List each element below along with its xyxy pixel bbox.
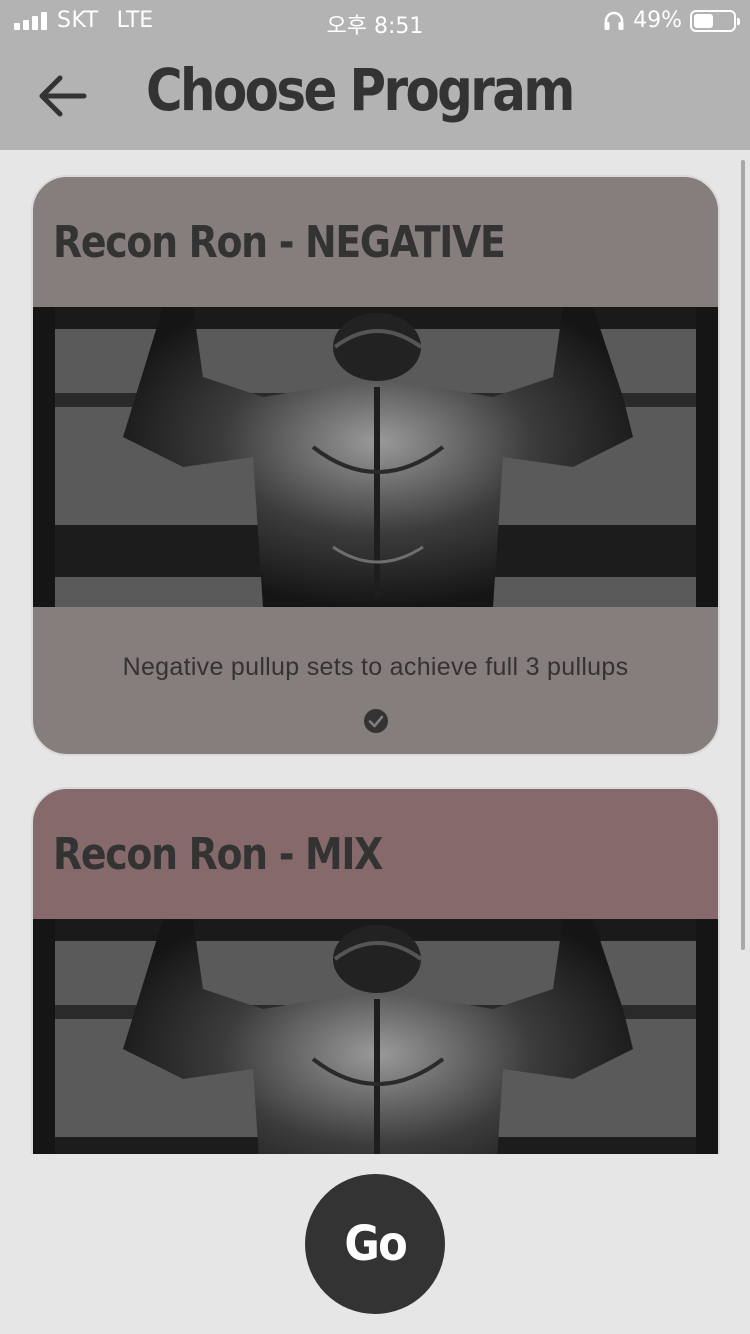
scrollbar[interactable]: [741, 160, 745, 950]
app-bar: Choose Program: [0, 42, 750, 150]
card-header: Recon Ron - NEGATIVE: [33, 177, 718, 307]
program-description: Negative pullup sets to achieve full 3 p…: [122, 653, 629, 681]
back-button[interactable]: [30, 64, 94, 128]
check-circle-icon: [363, 709, 388, 733]
arrow-left-icon: [39, 75, 87, 117]
program-title: Recon Ron - MIX: [53, 829, 383, 880]
program-card-mix[interactable]: Recon Ron - MIX: [31, 787, 720, 1154]
pullup-photo: [33, 307, 718, 607]
selection-indicator: [33, 708, 718, 734]
go-button-label: Go: [344, 1216, 407, 1272]
status-right: 49%: [603, 8, 740, 33]
go-button[interactable]: Go: [305, 1174, 445, 1314]
status-bar: SKT LTE 오후 8:51 49%: [0, 0, 750, 42]
pullup-photo: [33, 919, 718, 1154]
program-card-negative[interactable]: Recon Ron - NEGATIVE Negative pullup set…: [31, 175, 720, 756]
battery-icon: [690, 9, 740, 32]
battery-fill: [694, 13, 713, 28]
headphones-icon: [604, 11, 624, 30]
program-list[interactable]: Recon Ron - NEGATIVE Negative pullup set…: [0, 150, 750, 1154]
program-title: Recon Ron - NEGATIVE: [53, 217, 506, 268]
card-header: Recon Ron - MIX: [33, 789, 718, 919]
page-title: Choose Program: [146, 56, 575, 124]
battery-percent: 49%: [633, 8, 682, 33]
